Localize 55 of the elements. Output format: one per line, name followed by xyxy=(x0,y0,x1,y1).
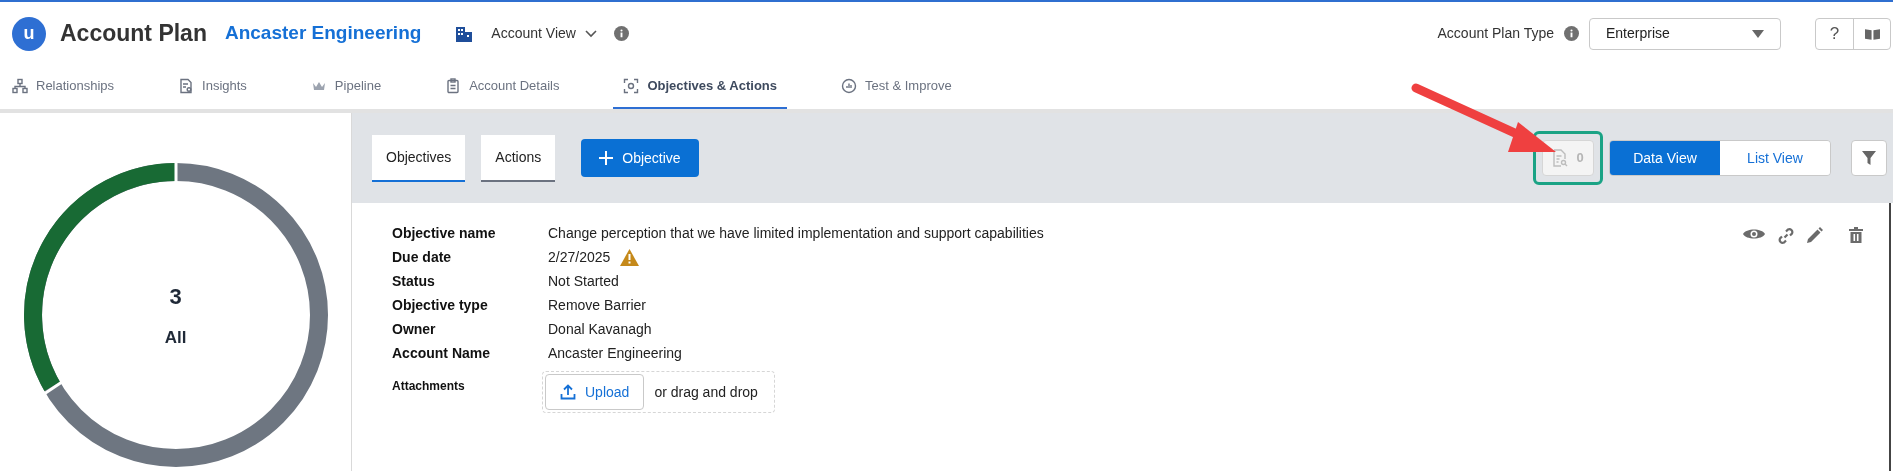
field-value: Change perception that we have limited implementation and support capabilities xyxy=(548,223,1044,243)
nav-tab[interactable]: Test & Improve xyxy=(831,65,962,109)
total-label: All xyxy=(164,326,187,349)
filter-icon xyxy=(1862,151,1876,165)
hierarchy-icon xyxy=(12,78,28,94)
field-label: Due date xyxy=(392,247,453,267)
info-icon xyxy=(1564,26,1579,41)
building-icon xyxy=(455,24,474,43)
nav-tab[interactable]: Insights xyxy=(168,65,257,109)
plus-icon xyxy=(599,151,614,165)
report-icon xyxy=(178,78,195,94)
upload-icon xyxy=(560,384,576,400)
dropdown-triangle-icon xyxy=(1752,29,1764,38)
field-value: 2/27/2025 xyxy=(548,247,611,267)
trash-icon xyxy=(1849,227,1863,243)
clipboard-icon xyxy=(445,78,462,94)
field-label: Objective type xyxy=(392,295,489,315)
link-icon xyxy=(1777,227,1795,245)
document-search-icon xyxy=(1552,149,1569,167)
field-value: Donal Kavanagh xyxy=(548,319,652,339)
filter-button[interactable] xyxy=(1851,140,1887,176)
chevron-down-icon xyxy=(583,28,598,39)
field-label: Attachments xyxy=(392,378,466,395)
nav-tab[interactable]: Pipeline xyxy=(300,65,392,109)
field-value: Not Started xyxy=(548,271,619,291)
chart-icon xyxy=(841,78,857,94)
plan-type-label: Account Plan Type xyxy=(1437,24,1554,43)
nav-tab[interactable]: Account Details xyxy=(435,65,570,109)
add-objective-button[interactable]: Objective xyxy=(581,139,699,177)
field-label: Status xyxy=(392,271,436,291)
view-toggle[interactable]: List View xyxy=(1720,141,1830,175)
info-icon xyxy=(613,26,629,41)
page-title: Account Plan xyxy=(60,19,207,49)
section-tab[interactable]: Actions xyxy=(481,134,556,182)
field-label: Objective name xyxy=(392,223,497,243)
field-label: Account Name xyxy=(392,343,492,363)
eye-icon xyxy=(1743,227,1765,241)
section-tab[interactable]: Objectives xyxy=(372,134,466,182)
pencil-icon xyxy=(1807,227,1823,243)
drop-hint: or drag and drop xyxy=(654,382,758,402)
nav-tab[interactable]: Relationships xyxy=(2,65,125,109)
logo: u xyxy=(12,16,46,51)
field-value: Remove Barrier xyxy=(548,295,647,315)
book-icon xyxy=(1864,27,1880,40)
target-icon xyxy=(623,78,640,94)
total-count: 3 xyxy=(169,282,182,311)
upload-button[interactable]: Upload xyxy=(545,374,645,410)
view-toggle[interactable]: Data View xyxy=(1610,141,1720,175)
nav-tab[interactable]: Objectives & Actions xyxy=(613,65,787,109)
plan-type-select[interactable]: Enterprise xyxy=(1589,17,1781,50)
drop-zone[interactable]: Upload or drag and drop xyxy=(542,371,775,413)
field-value: Ancaster Engineering xyxy=(548,343,682,363)
field-label: Owner xyxy=(392,319,437,339)
view-dropdown[interactable]: Account View xyxy=(491,23,598,44)
account-link[interactable]: Ancaster Engineering xyxy=(224,19,422,48)
